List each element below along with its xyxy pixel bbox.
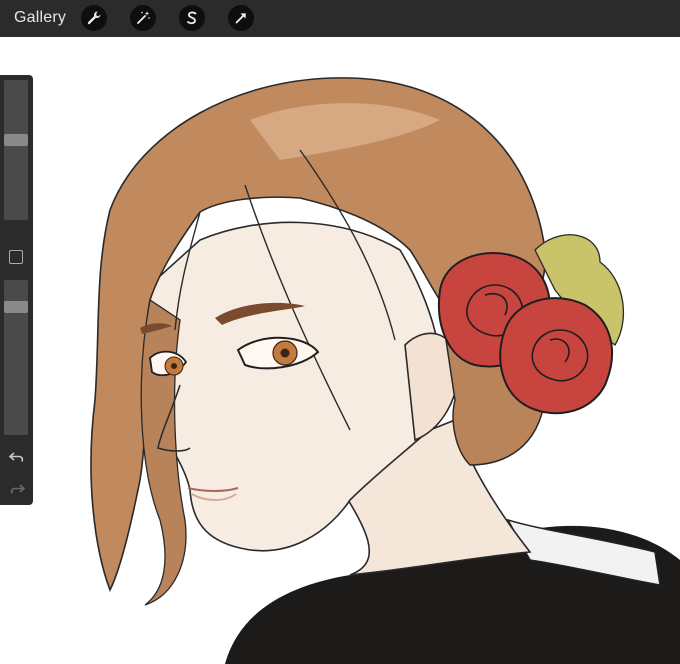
magic-wand-icon: [137, 11, 150, 24]
opacity-slider[interactable]: [4, 280, 28, 435]
opacity-thumb[interactable]: [4, 301, 28, 313]
wrench-icon: [87, 11, 101, 25]
redo-icon[interactable]: [8, 481, 26, 497]
top-toolbar: Gallery: [0, 0, 680, 37]
brush-size-thumb[interactable]: [4, 134, 28, 146]
brush-size-slider[interactable]: [4, 80, 28, 220]
selection-s-icon: [187, 11, 197, 25]
transform-arrow-icon: [235, 13, 246, 24]
right-pupil: [280, 348, 290, 358]
rose-bottom: [499, 297, 614, 415]
left-sidebar: [0, 75, 33, 505]
undo-icon[interactable]: [8, 449, 26, 465]
left-pupil: [171, 363, 177, 369]
adjustments-button[interactable]: [130, 5, 156, 31]
transform-button[interactable]: [228, 5, 254, 31]
actions-wrench-button[interactable]: [81, 5, 107, 31]
artwork: [90, 77, 680, 664]
modify-square-button[interactable]: [9, 250, 23, 264]
selection-button[interactable]: [179, 5, 205, 31]
gallery-button[interactable]: Gallery: [14, 9, 66, 27]
